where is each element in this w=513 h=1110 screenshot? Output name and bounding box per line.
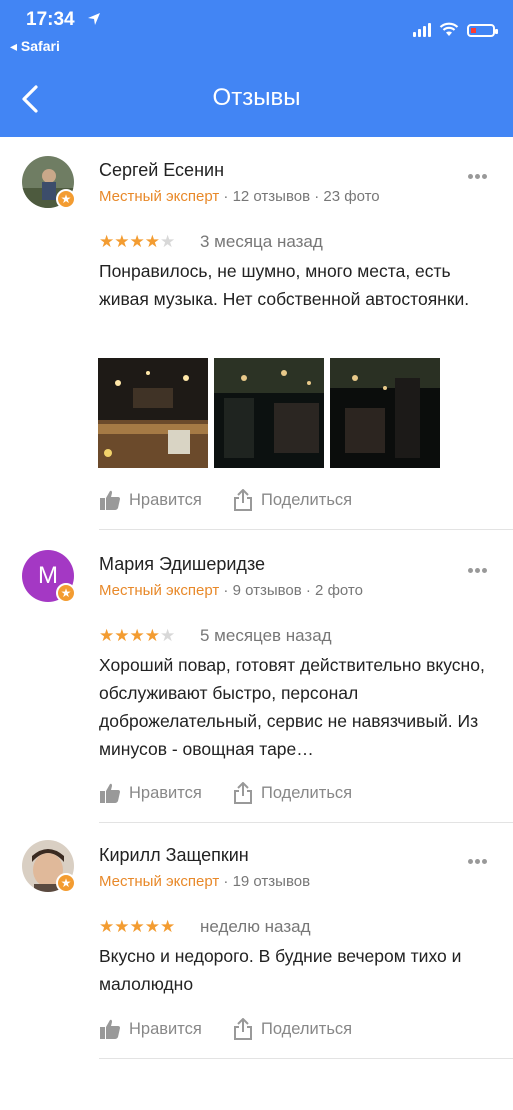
reviewer-meta: Местный эксперт · 12 отзывов · 23 фото bbox=[99, 188, 380, 205]
avatar-letter: M bbox=[38, 562, 58, 589]
share-label: Поделиться bbox=[261, 783, 353, 802]
like-button[interactable]: Нравится bbox=[99, 782, 202, 804]
review-text: Вкусно и недорого. В будние вечером тихо… bbox=[99, 946, 462, 994]
reviewer-meta: Местный эксперт · 19 отзывов bbox=[99, 873, 310, 890]
more-options-icon[interactable] bbox=[468, 851, 492, 864]
divider bbox=[99, 822, 513, 823]
expert-badge-icon: ★ bbox=[56, 873, 76, 893]
share-icon bbox=[234, 1018, 252, 1040]
wifi-icon bbox=[439, 22, 459, 36]
reviewer-name[interactable]: Сергей Есенин bbox=[99, 160, 224, 181]
location-arrow-icon bbox=[88, 13, 100, 25]
review-text: Хороший повар, готовят действительно вку… bbox=[99, 655, 485, 759]
rating-stars: ★★★★★ bbox=[99, 626, 176, 645]
like-label: Нравится bbox=[129, 490, 202, 509]
divider bbox=[99, 529, 513, 530]
like-button[interactable]: Нравится bbox=[99, 1018, 202, 1040]
review-photo[interactable] bbox=[330, 358, 440, 468]
status-time: 17:34 bbox=[26, 9, 75, 30]
battery-icon bbox=[467, 24, 498, 37]
share-icon bbox=[234, 782, 252, 804]
reviewer-stats: · 9 отзывов · 2 фото bbox=[219, 582, 363, 599]
thumbs-up-icon bbox=[100, 1019, 120, 1039]
status-indicators bbox=[413, 22, 498, 37]
page-title: Отзывы bbox=[212, 84, 301, 111]
app-header: 17:34 ◂ Safari Отзывы bbox=[0, 0, 513, 137]
expert-label: Местный эксперт bbox=[99, 188, 220, 205]
review-date: 3 месяца назад bbox=[200, 232, 323, 251]
rating-stars: ★★★★★ bbox=[99, 917, 176, 936]
back-to-safari-link[interactable]: ◂ Safari bbox=[10, 38, 60, 55]
reviewer-meta: Местный эксперт · 9 отзывов · 2 фото bbox=[99, 582, 363, 599]
reviewer-name[interactable]: Кирилл Защепкин bbox=[99, 845, 249, 866]
share-button[interactable]: Поделиться bbox=[233, 782, 352, 804]
review-date: 5 месяцев назад bbox=[200, 626, 332, 645]
reviewer-stats: · 12 отзывов · 23 фото bbox=[219, 188, 380, 205]
share-icon bbox=[234, 489, 252, 511]
expert-label: Местный эксперт bbox=[99, 873, 220, 890]
more-options-icon[interactable] bbox=[468, 560, 492, 573]
share-button[interactable]: Поделиться bbox=[233, 1018, 352, 1040]
like-label: Нравится bbox=[129, 1019, 202, 1038]
share-label: Поделиться bbox=[261, 1019, 353, 1038]
like-button[interactable]: Нравится bbox=[99, 489, 202, 511]
review-date: неделю назад bbox=[200, 917, 311, 936]
thumbs-up-icon bbox=[100, 783, 120, 803]
expert-badge-icon: ★ bbox=[56, 583, 76, 603]
more-options-icon[interactable] bbox=[468, 166, 492, 179]
thumbs-up-icon bbox=[100, 490, 120, 510]
signal-icon bbox=[413, 23, 431, 37]
review-photos bbox=[98, 358, 440, 468]
rating-stars: ★★★★★ bbox=[99, 232, 176, 251]
review-photo[interactable] bbox=[98, 358, 208, 468]
divider bbox=[99, 1058, 513, 1059]
like-label: Нравится bbox=[129, 783, 202, 802]
reviewer-stats: · 19 отзывов bbox=[219, 873, 311, 890]
share-label: Поделиться bbox=[261, 490, 353, 509]
review-photo[interactable] bbox=[214, 358, 324, 468]
expert-badge-icon: ★ bbox=[56, 189, 76, 209]
review-text: Понравилось, не шумно, много места, есть… bbox=[99, 261, 470, 309]
share-button[interactable]: Поделиться bbox=[233, 489, 352, 511]
expert-label: Местный эксперт bbox=[99, 582, 220, 599]
reviewer-name[interactable]: Мария Эдишеридзе bbox=[99, 554, 265, 575]
